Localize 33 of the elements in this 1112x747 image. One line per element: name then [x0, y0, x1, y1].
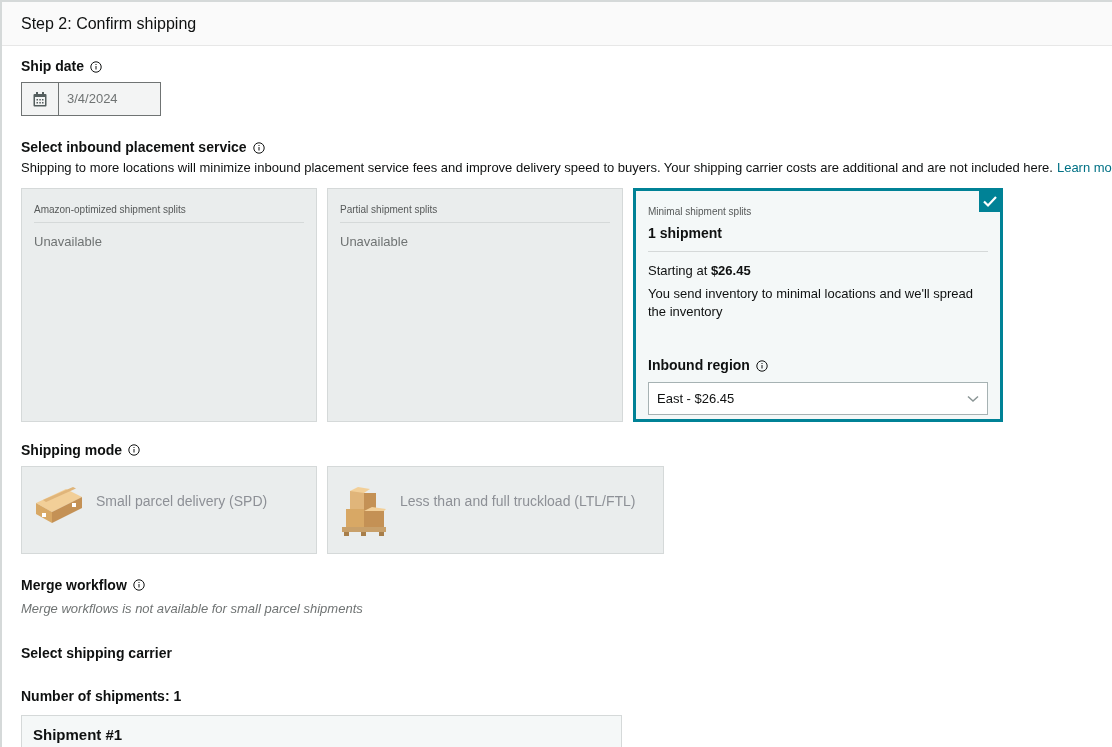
shipment-title: Shipment #1 [33, 726, 123, 743]
shipment-count: 1 shipment [648, 223, 723, 243]
placement-description: Shipping to more locations will minimize inbound placement service fees and improve delivery speed to buyers. Your shipping carrier costs are additional and are not included here. [21, 159, 1053, 177]
starting-price: Starting at $26.45 [648, 261, 752, 280]
info-icon[interactable] [132, 579, 145, 591]
learn-more-link[interactable]: Learn mo [1056, 158, 1112, 178]
placement-option-card[interactable]: Amazon-optimized shipment splits Unavailable [21, 187, 317, 422]
placement-label: Select inbound placement service [21, 138, 247, 157]
checkmark-icon [979, 189, 1001, 212]
ship-date-label: Ship date [21, 57, 84, 76]
info-icon[interactable] [128, 444, 141, 456]
shipments-count-label: Number of shipments: 1 [21, 687, 182, 706]
option-description: You send inventory to minimal locations and we'll spread the inventory [648, 285, 975, 321]
region-label: Inbound region [648, 356, 750, 375]
option-title: Amazon-optimized shipment splits [34, 202, 187, 216]
info-icon[interactable] [90, 60, 102, 73]
unavailable-text: Unavailable [34, 232, 103, 251]
placement-option-card[interactable]: Partial shipment splits Unavailable [327, 187, 623, 422]
shipping-mode-label: Shipping mode [21, 440, 123, 460]
option-title: Minimal shipment splits [648, 204, 753, 218]
section-title: Step 2: Confirm shipping [21, 13, 197, 34]
merge-workflow-label: Merge workflow [21, 575, 127, 595]
info-icon[interactable] [252, 141, 265, 154]
unavailable-text: Unavailable [340, 232, 409, 251]
region-select[interactable]: East - $26.45 [648, 382, 988, 415]
carrier-label: Select shipping carrier [21, 644, 172, 663]
pallet-boxes-icon [340, 484, 388, 537]
placement-option-card[interactable]: Minimal shipment splits 1 shipment Starting at $26.45 You send inventory to minimal locations and we'll spread the inventory Inbound region East - $26.45 [633, 187, 1003, 422]
box-icon [34, 484, 84, 525]
merge-workflow-note: Merge workflows is not available for small parcel shipments [21, 599, 364, 618]
chevron-down-icon [967, 394, 979, 403]
option-title: Partial shipment splits [340, 202, 439, 216]
info-icon[interactable] [755, 359, 768, 372]
